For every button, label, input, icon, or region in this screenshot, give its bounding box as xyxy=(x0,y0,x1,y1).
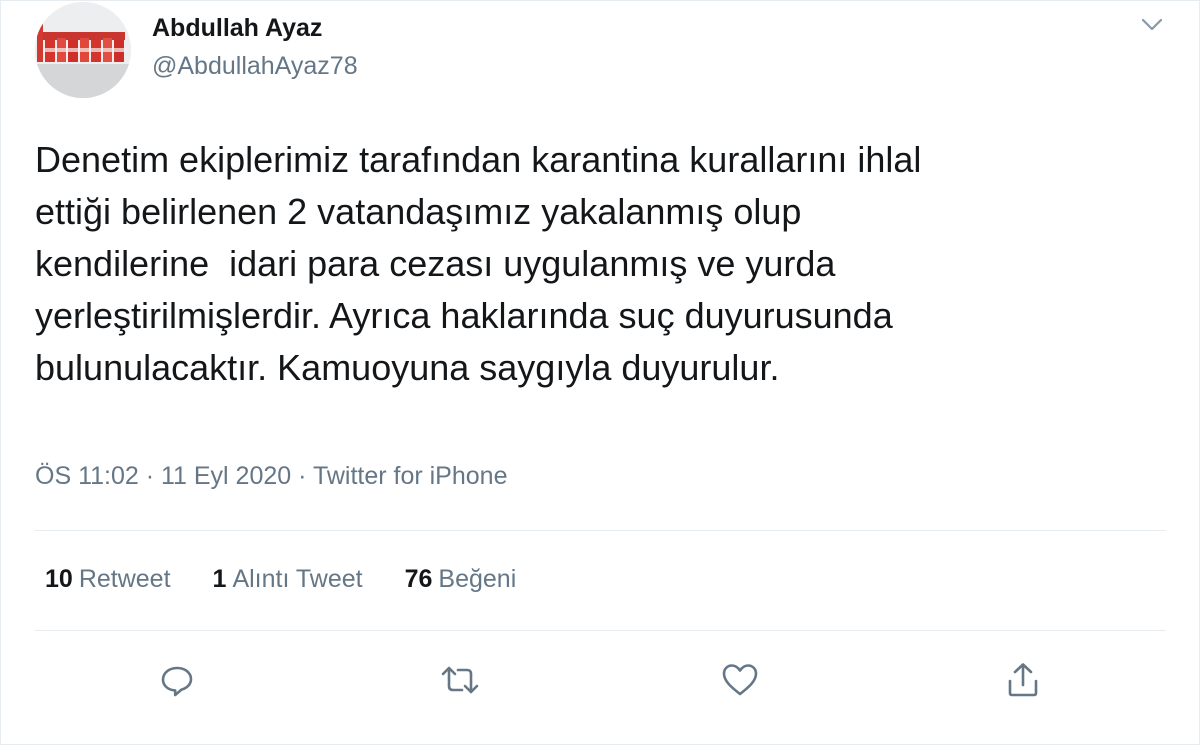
tweet-text: Denetim ekiplerimiz tarafından karantina… xyxy=(35,139,922,388)
divider xyxy=(35,630,1166,631)
chevron-down-icon[interactable] xyxy=(1138,12,1166,36)
reply-button[interactable] xyxy=(157,660,197,700)
like-stat[interactable]: 76 Beğeni xyxy=(405,565,517,594)
share-icon xyxy=(1008,663,1038,697)
like-button[interactable] xyxy=(720,660,760,700)
quote-count: 1 xyxy=(212,565,227,593)
quote-stat[interactable]: 1 Alıntı Tweet xyxy=(213,565,363,594)
reply-icon xyxy=(161,666,193,697)
like-label: Beğeni xyxy=(438,565,517,593)
retweet-button[interactable] xyxy=(440,660,480,700)
quote-label: Alıntı Tweet xyxy=(232,565,363,593)
like-count: 76 xyxy=(404,565,433,593)
retweet-label: Retweet xyxy=(78,565,171,593)
retweet-icon xyxy=(441,666,479,694)
divider xyxy=(35,530,1166,531)
retweet-stat[interactable]: 10 Retweet xyxy=(45,565,171,594)
author-display-name[interactable]: Abdullah Ayaz xyxy=(152,14,322,43)
tweet-stats: 10 Retweet 1 Alıntı Tweet 76 Beğeni xyxy=(45,565,558,594)
heart-icon xyxy=(722,664,758,696)
author-handle[interactable]: @AbdullahAyaz78 xyxy=(152,52,358,81)
tweet-meta[interactable]: ÖS 11:02 · 11 Eyl 2020 · Twitter for iPh… xyxy=(35,462,507,491)
avatar[interactable] xyxy=(35,2,131,98)
share-button[interactable] xyxy=(1003,660,1043,700)
retweet-count: 10 xyxy=(45,565,73,593)
